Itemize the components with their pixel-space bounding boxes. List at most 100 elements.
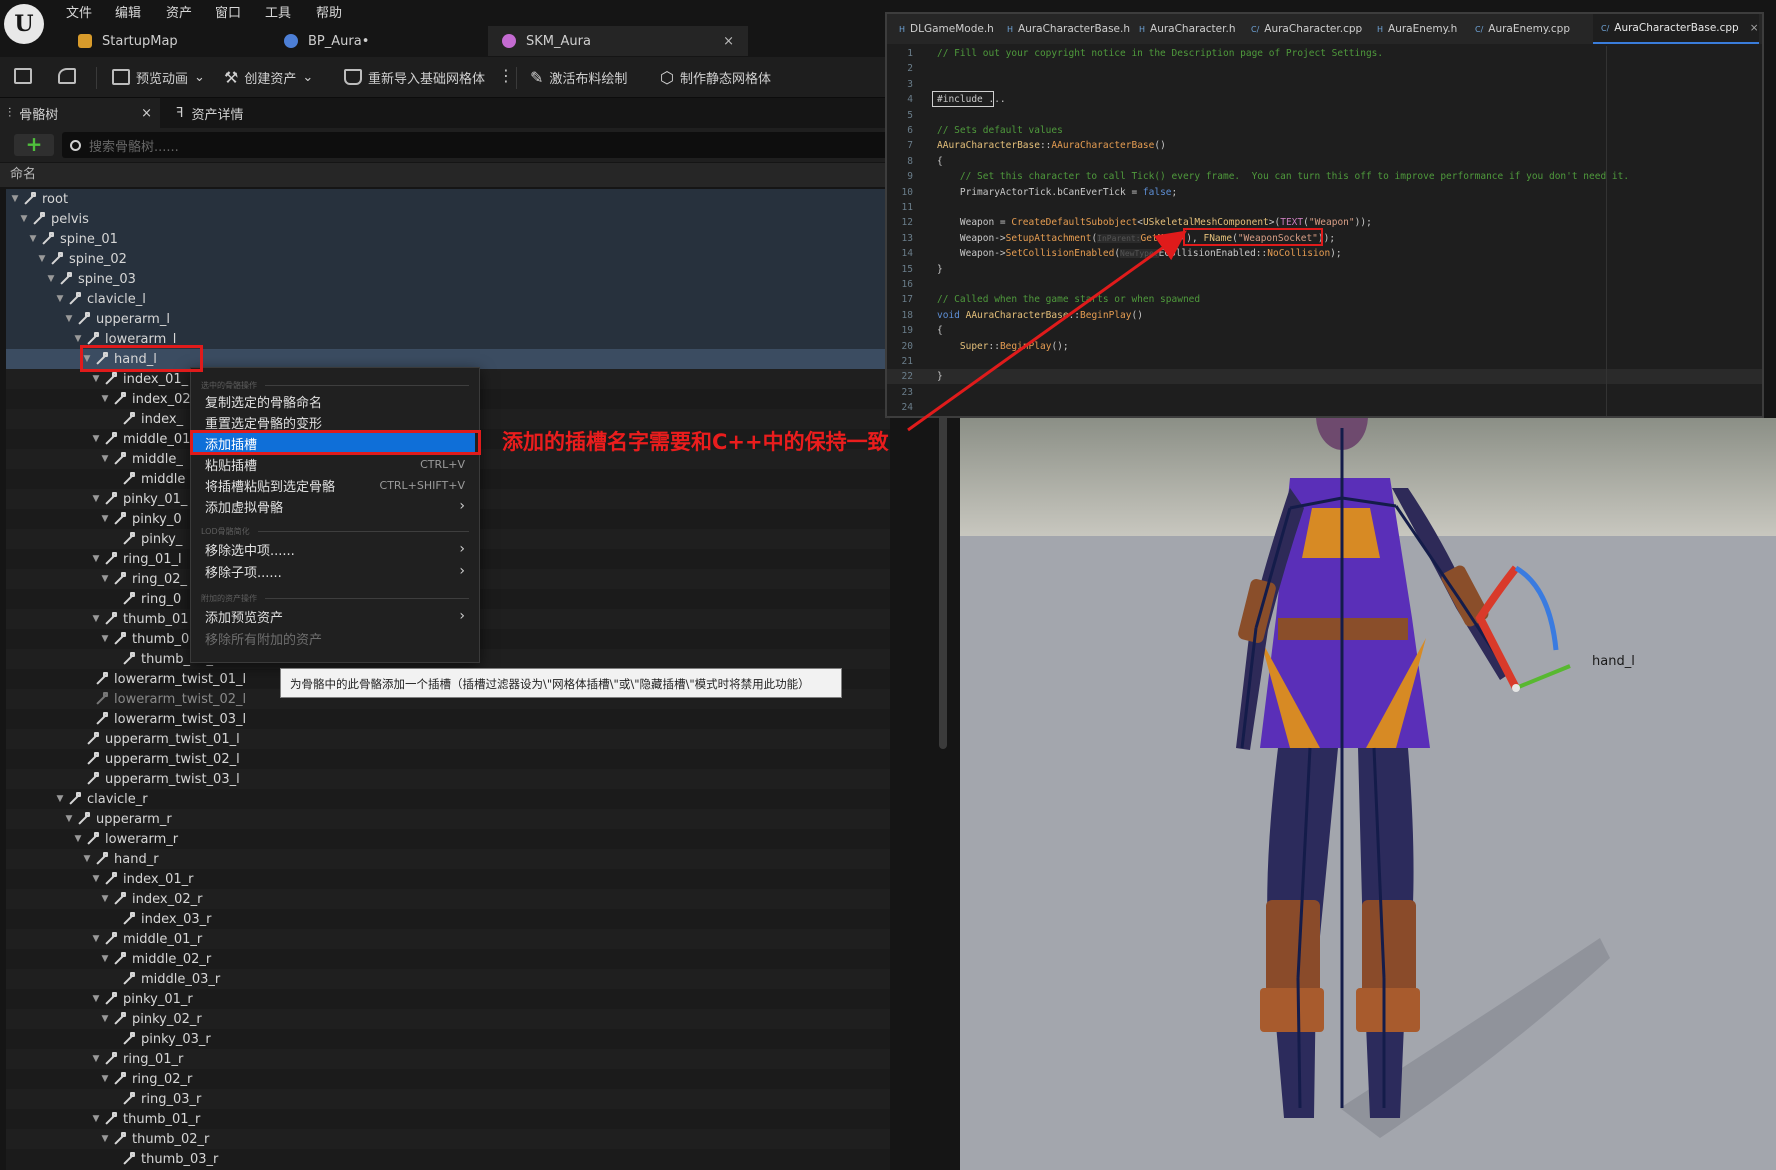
create-asset-button[interactable]: ⚒ 创建资产 ⌄	[224, 65, 313, 89]
code-line[interactable]: 3	[887, 77, 1762, 92]
tree-row-pelvis[interactable]: ▼ pelvis	[6, 209, 890, 229]
tree-row-upperarm-r[interactable]: ▼ upperarm_r	[6, 809, 890, 829]
tree-row-index-02-r[interactable]: ▼ index_02_r	[6, 889, 890, 909]
tree-row-lowerarm-twist-03-l[interactable]: lowerarm_twist_03_l	[6, 709, 890, 729]
expand-arrow-icon[interactable]: ▼	[64, 814, 74, 824]
expand-arrow-icon[interactable]: ▼	[73, 334, 83, 344]
unreal-logo-icon[interactable]: U	[4, 4, 44, 44]
expand-arrow-icon[interactable]: ▼	[100, 394, 110, 404]
tree-row-index-03-r[interactable]: index_03_r	[6, 909, 890, 929]
tab-skm-aura[interactable]: SKM_Aura ×	[488, 26, 748, 56]
expand-arrow-icon[interactable]: ▼	[91, 554, 101, 564]
tree-row-spine-03[interactable]: ▼ spine_03	[6, 269, 890, 289]
tree-row-middle-03-r[interactable]: middle_03_r	[6, 969, 890, 989]
tree-row-hand-r[interactable]: ▼ hand_r	[6, 849, 890, 869]
make-static-mesh-button[interactable]: ⬡ 制作静态网格体	[660, 65, 771, 89]
menu-window[interactable]: 窗口	[215, 2, 241, 21]
code-line[interactable]: 4 #include ...	[887, 92, 1762, 107]
expand-arrow-icon[interactable]: ▼	[100, 1134, 110, 1144]
expand-arrow-icon[interactable]: ▼	[91, 994, 101, 1004]
code-line[interactable]: 1 // Fill out your copyright notice in th…	[887, 46, 1762, 61]
tree-row-index-01-r[interactable]: ▼ index_01_r	[6, 869, 890, 889]
tree-row-clavicle-l[interactable]: ▼ clavicle_l	[6, 289, 890, 309]
reimport-base-mesh-button[interactable]: 重新导入基础网格体	[344, 65, 485, 89]
expand-arrow-icon[interactable]: ▼	[19, 214, 29, 224]
tree-row-pinky-02-r[interactable]: ▼ pinky_02_r	[6, 1009, 890, 1029]
editor-tab-auraenemy-h[interactable]: H AuraEnemy.h	[1369, 14, 1467, 44]
code-line[interactable]: 11	[887, 200, 1762, 215]
menu-item-add-virtual-bone[interactable]: 添加虚拟骨骼 ›	[193, 496, 475, 516]
menu-item-add-preview-asset[interactable]: 添加预览资产 ›	[193, 606, 475, 626]
tree-row-ring-02-r[interactable]: ▼ ring_02_r	[6, 1069, 890, 1089]
expand-arrow-icon[interactable]: ▼	[100, 454, 110, 464]
tree-row-pinky-03-r[interactable]: pinky_03_r	[6, 1029, 890, 1049]
browse-icon[interactable]	[58, 68, 76, 84]
tree-row-spine-01[interactable]: ▼ spine_01	[6, 229, 890, 249]
tab-startup-map[interactable]: StartupMap	[64, 26, 234, 56]
editor-tab-auracharacter-h[interactable]: H AuraCharacter.h	[1131, 14, 1243, 44]
tab-bp-aura[interactable]: BP_Aura•	[270, 26, 470, 56]
menu-item-copy-bone-names[interactable]: 复制选定的骨骼命名	[193, 391, 475, 411]
preview-animation-button[interactable]: 预览动画 ⌄	[112, 65, 205, 89]
expand-arrow-icon[interactable]: ▼	[100, 894, 110, 904]
expand-arrow-icon[interactable]: ▼	[82, 854, 92, 864]
expand-arrow-icon[interactable]: ▼	[73, 834, 83, 844]
tab-skeleton-tree[interactable]: ⫶ 骨骼树 ×	[0, 98, 160, 128]
code-line[interactable]: 5	[887, 108, 1762, 123]
expand-arrow-icon[interactable]: ▼	[100, 1074, 110, 1084]
expand-arrow-icon[interactable]: ▼	[100, 1014, 110, 1024]
expand-arrow-icon[interactable]: ▼	[37, 254, 47, 264]
tree-row-thumb-02-r[interactable]: ▼ thumb_02_r	[6, 1129, 890, 1149]
tab-asset-details[interactable]: ꟻ 资产详情	[168, 98, 298, 128]
search-input[interactable]: 搜索骨骼树......	[62, 132, 888, 158]
menu-item-paste-socket-to-bone[interactable]: 将插槽粘贴到选定骨骼 CTRL+SHIFT+V	[193, 475, 475, 495]
code-line[interactable]: 10 PrimaryActorTick.bCanEverTick = false…	[887, 185, 1762, 200]
menu-tools[interactable]: 工具	[265, 2, 291, 21]
tree-row-upperarm-twist-03-l[interactable]: upperarm_twist_03_l	[6, 769, 890, 789]
expand-arrow-icon[interactable]: ▼	[55, 294, 65, 304]
tree-row-lowerarm-r[interactable]: ▼ lowerarm_r	[6, 829, 890, 849]
expand-arrow-icon[interactable]: ▼	[10, 194, 20, 204]
editor-tab-auracharacter-cpp[interactable]: C/AuraCharacter.cpp	[1243, 14, 1369, 44]
expand-arrow-icon[interactable]: ▼	[100, 574, 110, 584]
expand-arrow-icon[interactable]: ▼	[91, 934, 101, 944]
tree-row-middle-02-r[interactable]: ▼ middle_02_r	[6, 949, 890, 969]
tree-row-thumb-01-r[interactable]: ▼ thumb_01_r	[6, 1109, 890, 1129]
expand-arrow-icon[interactable]: ▼	[91, 874, 101, 884]
menu-edit[interactable]: 编辑	[115, 2, 141, 21]
editor-tab-auracharacterbase-cpp[interactable]: C/AuraCharacterBase.cpp ×	[1593, 14, 1759, 44]
expand-arrow-icon[interactable]: ▼	[91, 494, 101, 504]
close-icon[interactable]: ×	[1750, 22, 1759, 34]
expand-arrow-icon[interactable]: ▼	[100, 634, 110, 644]
code-line[interactable]: 8{	[887, 154, 1762, 169]
tree-row-upperarm-twist-02-l[interactable]: upperarm_twist_02_l	[6, 749, 890, 769]
expand-arrow-icon[interactable]: ▼	[28, 234, 38, 244]
code-line[interactable]: 6 // Sets default values	[887, 123, 1762, 138]
close-icon[interactable]: ×	[723, 34, 734, 49]
expand-arrow-icon[interactable]: ▼	[91, 1054, 101, 1064]
tree-row-upperarm-twist-01-l[interactable]: upperarm_twist_01_l	[6, 729, 890, 749]
expand-arrow-icon[interactable]: ▼	[55, 794, 65, 804]
tree-row-ring-03-r[interactable]: ring_03_r	[6, 1089, 890, 1109]
menu-asset[interactable]: 资产	[166, 2, 192, 21]
tree-row-spine-02[interactable]: ▼ spine_02	[6, 249, 890, 269]
editor-tab-auracharacterbase-h[interactable]: H AuraCharacterBase.h	[999, 14, 1131, 44]
tree-row-middle-01-r[interactable]: ▼ middle_01_r	[6, 929, 890, 949]
menu-item-remove-all-attached[interactable]: 移除所有附加的资产	[193, 628, 475, 648]
expand-arrow-icon[interactable]: ▼	[91, 434, 101, 444]
more-options-icon[interactable]: ⋮	[498, 66, 514, 85]
add-button[interactable]: +	[14, 134, 54, 156]
expand-arrow-icon[interactable]: ▼	[100, 514, 110, 524]
editor-tab-auraenemy-cpp[interactable]: C/AuraEnemy.cpp	[1467, 14, 1593, 44]
menu-help[interactable]: 帮助	[316, 2, 342, 21]
menu-file[interactable]: 文件	[66, 2, 92, 21]
expand-arrow-icon[interactable]: ▼	[64, 314, 74, 324]
menu-item-remove-selected[interactable]: 移除选中项...... ›	[193, 539, 475, 559]
activate-cloth-paint-button[interactable]: ✎ 激活布料绘制	[530, 65, 627, 89]
tree-row-root[interactable]: ▼ root	[6, 189, 890, 209]
code-line[interactable]: 7 AAuraCharacterBase::AAuraCharacterBase(…	[887, 138, 1762, 153]
tree-row-ring-01-r[interactable]: ▼ ring_01_r	[6, 1049, 890, 1069]
tree-row-thumb-03-r[interactable]: thumb_03_r	[6, 1149, 890, 1169]
close-icon[interactable]: ×	[141, 106, 152, 121]
tree-row-clavicle-r[interactable]: ▼ clavicle_r	[6, 789, 890, 809]
